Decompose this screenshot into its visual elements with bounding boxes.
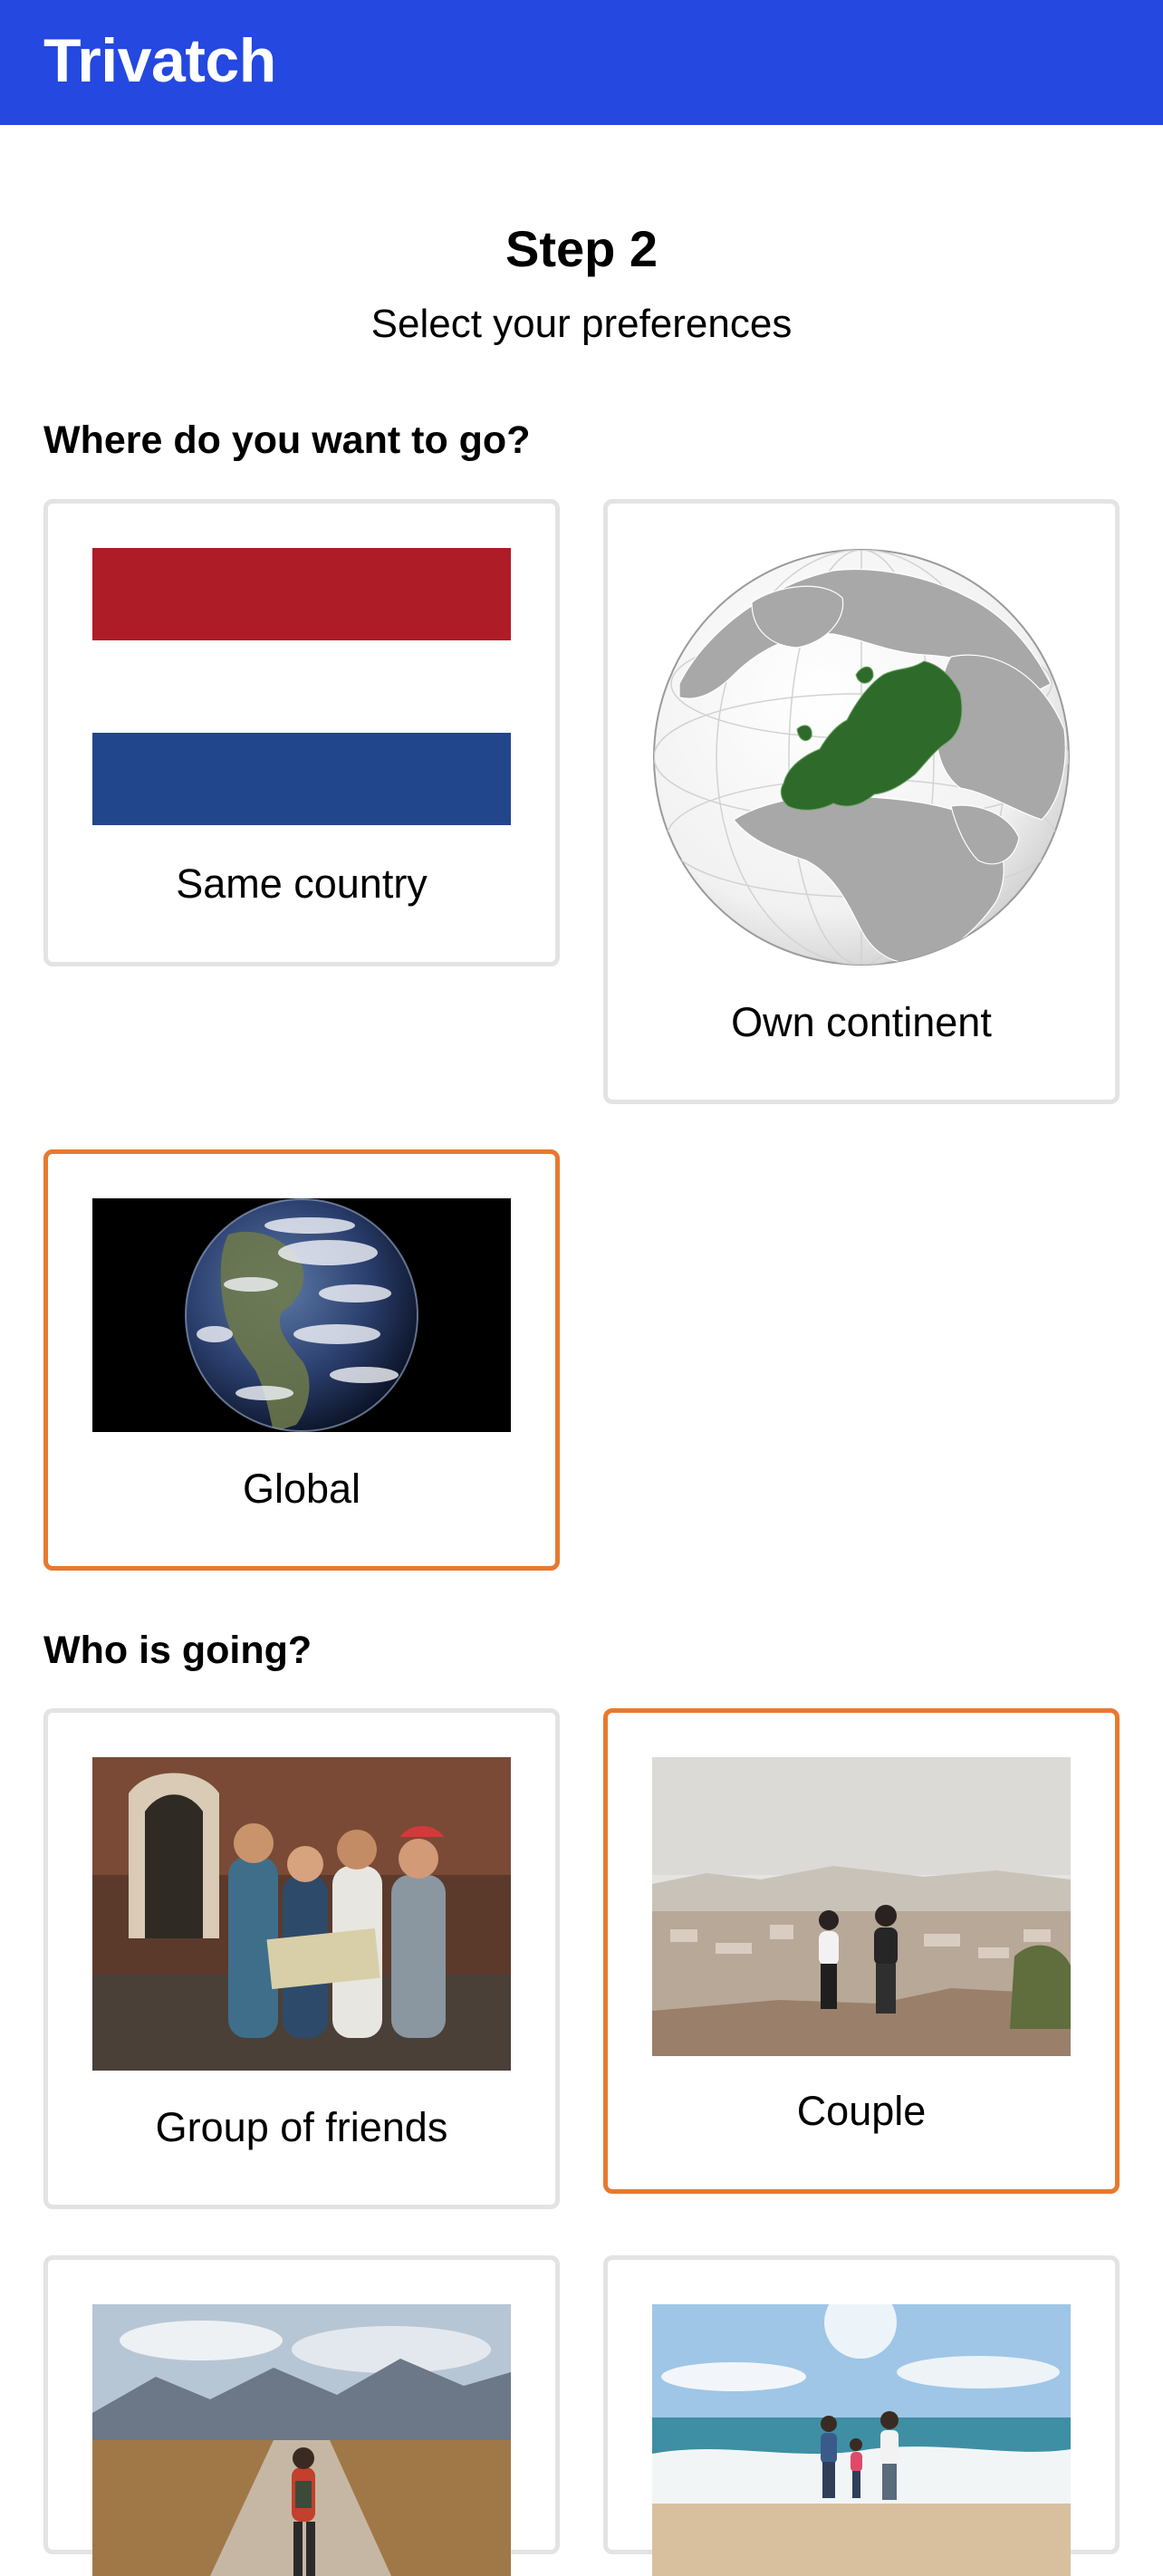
solo-hiker-road-photo [92,2304,511,2576]
option-global[interactable]: Global [43,1149,560,1571]
option-own-continent[interactable]: Own continent [603,499,1120,1104]
step-title: Step 2 [505,220,658,277]
companions-heading: Who is going? [43,1629,312,1672]
option-label: Group of friends [155,2104,448,2150]
option-family[interactable] [603,2255,1120,2576]
flag-white-stripe [92,640,511,733]
option-couple[interactable]: Couple [603,1708,1120,2194]
couple-overlooking-city-photo [652,1757,1071,2056]
flag-red-stripe [92,548,511,640]
step-subtitle: Select your preferences [370,302,793,346]
app-title[interactable]: Trivatch [43,24,276,98]
option-same-country[interactable]: Same country [43,499,560,966]
option-label: Couple [796,2088,927,2134]
flag-blue-stripe [92,733,511,825]
option-group-of-friends[interactable]: Group of friends [43,1708,560,2209]
destination-heading: Where do you want to go? [43,418,531,462]
europe-globe-image [652,548,1071,966]
app-header: Trivatch [0,0,1163,125]
netherlands-flag-image [92,548,511,825]
family-on-beach-photo [652,2304,1071,2576]
option-label: Global [242,1466,361,1512]
option-label: Own continent [731,999,992,1045]
option-solo[interactable] [43,2255,560,2576]
friends-with-map-photo [92,1757,511,2071]
option-label: Same country [176,860,428,907]
earth-image [92,1198,511,1432]
